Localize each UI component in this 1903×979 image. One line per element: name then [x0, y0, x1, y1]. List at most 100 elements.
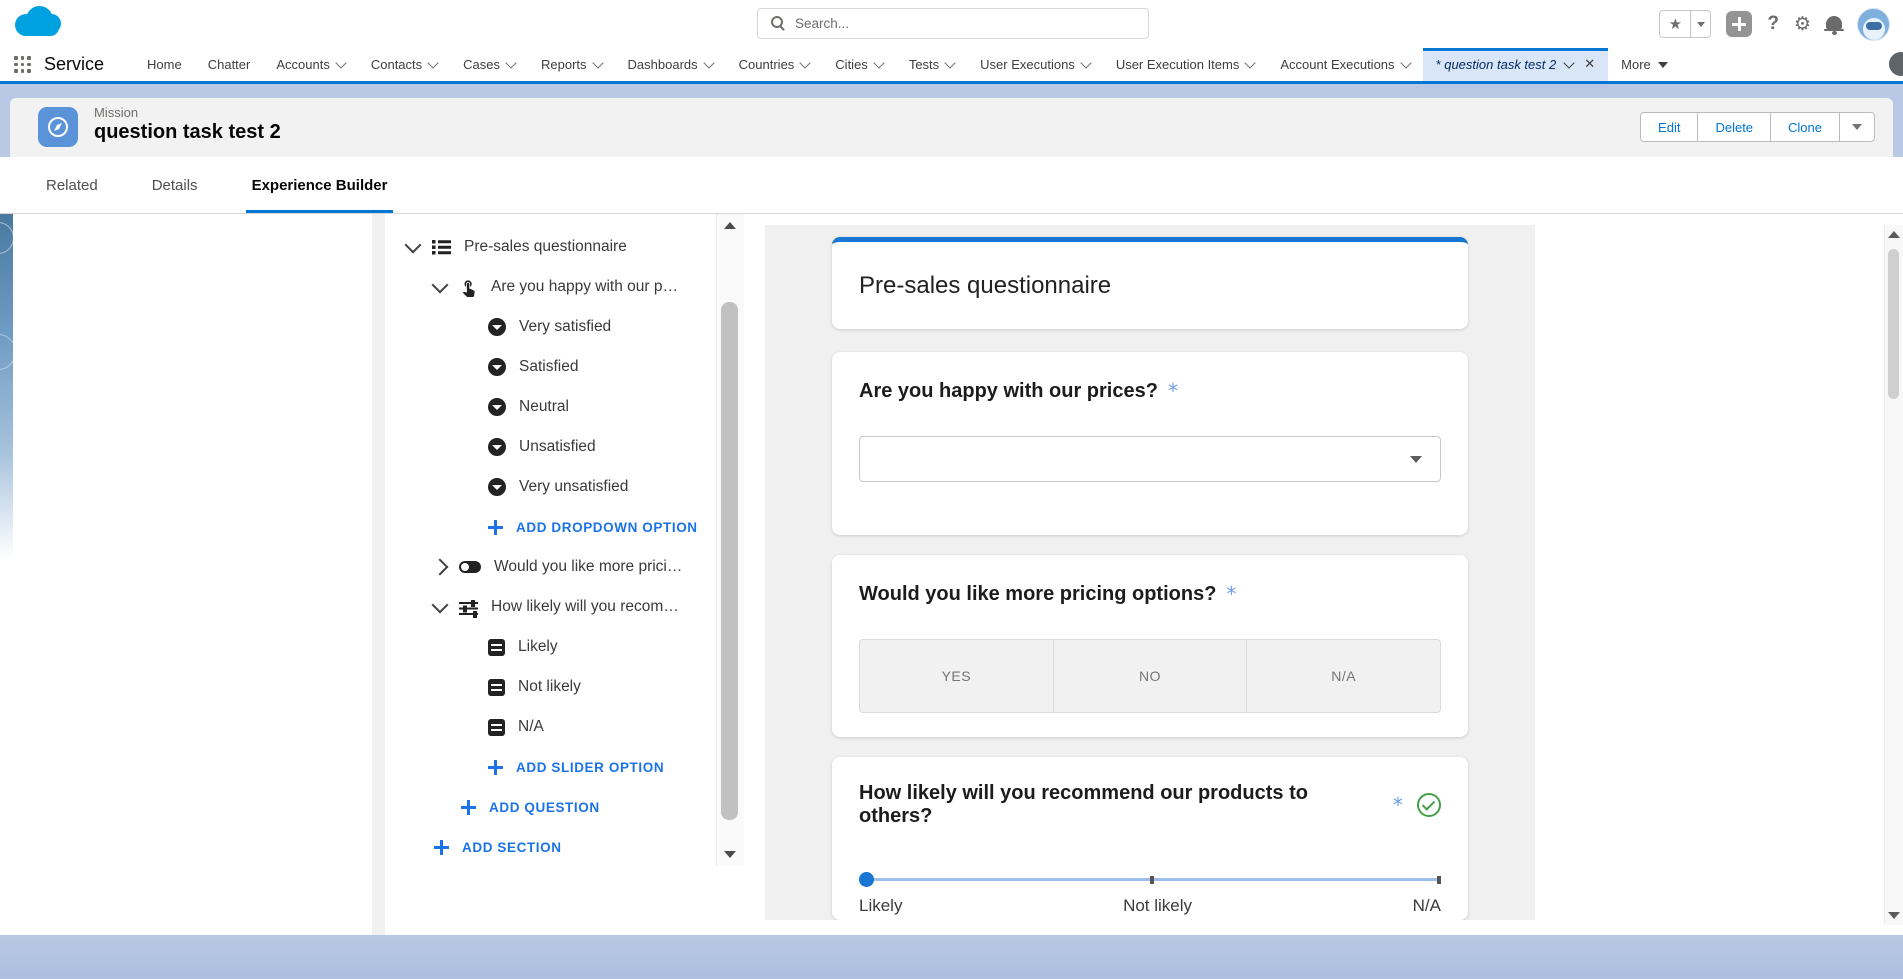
chevron-down-icon[interactable]: [1564, 57, 1575, 68]
delete-button[interactable]: Delete: [1697, 112, 1771, 142]
nav-item-user-executions[interactable]: User Executions: [967, 48, 1103, 81]
scrollbar-thumb[interactable]: [721, 302, 738, 820]
tree-node-slider-question[interactable]: How likely will you recom…: [385, 587, 713, 627]
tab-details[interactable]: Details: [146, 157, 204, 213]
chevron-down-icon[interactable]: [405, 236, 422, 253]
page-footer-band: [0, 935, 1903, 979]
clone-button[interactable]: Clone: [1770, 112, 1840, 142]
section-title-card: Pre-sales questionnaire: [832, 237, 1468, 329]
add-section-button[interactable]: ADD SECTION: [385, 827, 713, 867]
tree-node-toggle-question[interactable]: Would you like more prici…: [385, 547, 713, 587]
mission-object-icon: [38, 107, 78, 147]
tree-node-option[interactable]: Likely: [385, 627, 713, 667]
favorites-button-group[interactable]: ★: [1659, 10, 1711, 38]
nav-item-contacts[interactable]: Contacts: [358, 48, 450, 81]
section-title: Pre-sales questionnaire: [859, 272, 1111, 300]
answer-dropdown-select[interactable]: [859, 436, 1441, 482]
tree-node-option[interactable]: Very unsatisfied: [385, 467, 713, 507]
tab-related[interactable]: Related: [40, 157, 104, 213]
add-dropdown-option-button[interactable]: ADD DROPDOWN OPTION: [385, 507, 713, 547]
tab-experience-builder[interactable]: Experience Builder: [246, 157, 394, 213]
chevron-down-icon[interactable]: [703, 57, 714, 68]
chevron-down-icon[interactable]: [427, 57, 438, 68]
scroll-down-icon[interactable]: [724, 851, 736, 858]
tree-node-option[interactable]: N/A: [385, 707, 713, 747]
global-actions-button[interactable]: [1726, 11, 1752, 37]
favorites-caret-button[interactable]: [1691, 10, 1711, 38]
dropdown-option-icon: [488, 358, 506, 376]
tree-node-option[interactable]: Unsatisfied: [385, 427, 713, 467]
nav-item-cases[interactable]: Cases: [450, 48, 528, 81]
chevron-down-icon[interactable]: [335, 57, 346, 68]
chevron-right-icon[interactable]: [432, 559, 449, 576]
add-icon: [488, 520, 503, 535]
nav-item-cities[interactable]: Cities: [822, 48, 896, 81]
close-icon[interactable]: ✕: [1584, 57, 1595, 72]
nav-item-countries[interactable]: Countries: [726, 48, 823, 81]
add-question-button[interactable]: ADD QUESTION: [385, 787, 713, 827]
edit-button[interactable]: Edit: [1640, 112, 1698, 142]
chevron-down-icon[interactable]: [432, 596, 449, 613]
nav-item-home[interactable]: Home: [134, 48, 195, 81]
chevron-down-icon[interactable]: [505, 57, 516, 68]
touch-question-icon: [459, 278, 478, 297]
app-name[interactable]: Service: [44, 54, 104, 75]
question-label: Would you like more pricing options?: [859, 583, 1216, 606]
nav-item-chatter[interactable]: Chatter: [195, 48, 264, 81]
answer-yes-button[interactable]: YES: [860, 640, 1053, 712]
chevron-down-icon[interactable]: [432, 276, 449, 293]
slider-label-na: N/A: [1413, 896, 1441, 916]
app-launcher-icon[interactable]: [14, 56, 31, 73]
panel-gutter: [372, 214, 385, 935]
questionnaire-tree: Pre-sales questionnaire Are you happy wi…: [385, 227, 713, 867]
answer-button-group: YES NO N/A: [859, 639, 1441, 713]
notifications-bell-icon[interactable]: [1826, 16, 1842, 29]
page-scrollbar[interactable]: [1884, 225, 1903, 925]
chevron-down-icon[interactable]: [873, 57, 884, 68]
chevron-down-icon[interactable]: [800, 57, 811, 68]
nav-more-menu[interactable]: More: [1608, 48, 1681, 81]
nav-item-accounts[interactable]: Accounts: [263, 48, 357, 81]
completed-check-icon: [1417, 793, 1441, 817]
more-actions-button[interactable]: [1839, 112, 1875, 142]
tree-node-option[interactable]: Satisfied: [385, 347, 713, 387]
chevron-down-icon[interactable]: [1245, 57, 1256, 68]
scroll-down-icon[interactable]: [1888, 912, 1900, 919]
favorites-star-icon[interactable]: ★: [1659, 10, 1691, 38]
setup-gear-icon[interactable]: ⚙: [1794, 13, 1811, 35]
slider-label-not-likely: Not likely: [1123, 896, 1192, 916]
user-avatar[interactable]: [1857, 8, 1890, 41]
slider-thumb[interactable]: [859, 872, 874, 887]
background-image-sliver: [0, 214, 13, 559]
help-icon[interactable]: ?: [1767, 13, 1779, 35]
nav-item-user-execution-items[interactable]: User Execution Items: [1103, 48, 1268, 81]
app-nav-bar: Service Home Chatter Accounts Contacts C…: [0, 48, 1903, 81]
global-search-input[interactable]: Search...: [757, 8, 1149, 39]
chevron-down-icon[interactable]: [944, 57, 955, 68]
tree-node-option[interactable]: Very satisfied: [385, 307, 713, 347]
scrollbar-thumb[interactable]: [1888, 249, 1899, 399]
scroll-up-icon[interactable]: [724, 222, 736, 229]
nav-tab-active-question-task-test-2[interactable]: * question task test 2 ✕: [1423, 48, 1609, 81]
slider-question-icon: [459, 600, 478, 615]
tree-node-section[interactable]: Pre-sales questionnaire: [385, 227, 713, 267]
scroll-up-icon[interactable]: [1888, 231, 1900, 238]
add-slider-option-button[interactable]: ADD SLIDER OPTION: [385, 747, 713, 787]
tree-node-option[interactable]: Neutral: [385, 387, 713, 427]
answer-slider[interactable]: [859, 872, 1441, 887]
record-entity-label: Mission: [94, 105, 281, 120]
caret-down-icon: [1658, 62, 1668, 68]
chevron-down-icon[interactable]: [592, 57, 603, 68]
tree-node-dropdown-question[interactable]: Are you happy with our p…: [385, 267, 713, 307]
slider-label-likely: Likely: [859, 896, 902, 916]
tree-scrollbar[interactable]: [716, 214, 744, 866]
nav-item-account-executions[interactable]: Account Executions: [1267, 48, 1422, 81]
answer-no-button[interactable]: NO: [1053, 640, 1247, 712]
chevron-down-icon[interactable]: [1400, 57, 1411, 68]
nav-item-reports[interactable]: Reports: [528, 48, 615, 81]
answer-na-button[interactable]: N/A: [1246, 640, 1440, 712]
chevron-down-icon[interactable]: [1080, 57, 1091, 68]
tree-node-option[interactable]: Not likely: [385, 667, 713, 707]
nav-item-dashboards[interactable]: Dashboards: [615, 48, 726, 81]
nav-item-tests[interactable]: Tests: [896, 48, 967, 81]
